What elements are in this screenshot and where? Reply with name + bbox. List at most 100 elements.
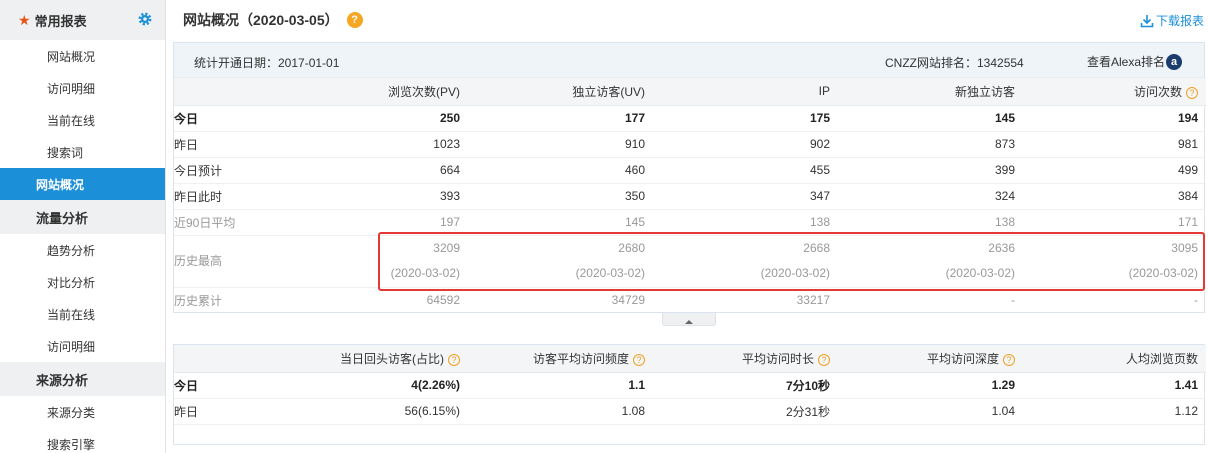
title-bar: 网站概况（2020-03-05） ? 下载报表 xyxy=(173,0,1208,40)
cell-date: (2020-03-02) xyxy=(760,266,830,280)
sidebar-item-trend[interactable]: 趋势分析 xyxy=(0,234,165,266)
row-label: 昨日 xyxy=(174,131,286,158)
sidebar-section-traffic[interactable]: 流量分析 xyxy=(0,200,165,234)
table-cell: 7分10秒 xyxy=(653,372,838,399)
cell-value: 3095 xyxy=(1171,241,1198,255)
star-icon: ★ xyxy=(18,11,31,28)
collapse-toggle[interactable] xyxy=(662,313,716,326)
table-cell: 2668 (2020-03-02) xyxy=(653,235,838,288)
question-icon[interactable]: ? xyxy=(633,353,645,366)
visitor-metrics-table: 当日回头访客(占比)? 访客平均访问频度? 平均访问时长? 平均访问深度? 人均… xyxy=(174,345,1206,425)
table-cell: 460 xyxy=(468,157,653,184)
download-label: 下载报表 xyxy=(1155,14,1204,28)
table-cell: 1.41 xyxy=(1023,372,1206,399)
sidebar-header-label: 常用报表 xyxy=(34,13,87,29)
question-icon[interactable]: ? xyxy=(818,353,830,366)
sidebar-item-overview-active[interactable]: 网站概况 xyxy=(0,168,165,200)
sidebar-item-source-category[interactable]: 来源分类 xyxy=(0,396,165,428)
table-cell: 2分31秒 xyxy=(653,398,838,425)
row-label: 昨日此时 xyxy=(174,183,286,210)
table-row: 今日 250 177 175 145 194 xyxy=(174,105,1206,132)
table-cell: 499 xyxy=(1023,157,1206,184)
column-header-visits: 访问次数? xyxy=(1023,78,1206,106)
cell-value: 2668 xyxy=(803,241,830,255)
question-icon[interactable]: ? xyxy=(448,353,460,366)
column-header-label: 访客平均访问频度 xyxy=(532,351,629,366)
visitor-metrics-panel: 当日回头访客(占比)? 访客平均访问频度? 平均访问时长? 平均访问深度? 人均… xyxy=(173,344,1206,445)
sidebar-item-online-2[interactable]: 当前在线 xyxy=(0,298,165,330)
table-cell: 1.29 xyxy=(838,372,1023,399)
app: ★ 常用报表 网站概况 访问明细 当前在线 搜索词 网站概况 流量分析 趋势分析… xyxy=(0,0,1208,453)
table-cell: 64592 xyxy=(426,293,460,308)
table-row: 昨日 56(6.15%) 1.08 2分31秒 1.04 1.12 xyxy=(174,398,1206,425)
question-icon[interactable]: ? xyxy=(1003,353,1015,366)
column-header-label: 平均访问深度 xyxy=(926,351,999,366)
row-label: 今日 xyxy=(174,105,286,132)
table-header-row: 浏览次数(PV) 独立访客(UV) IP 新独立访客 访问次数? xyxy=(174,78,1206,106)
table-cell: 171 xyxy=(1023,209,1206,236)
table-cell: 393 xyxy=(286,183,468,210)
row-label: 历史最高 xyxy=(174,235,286,288)
info-bar: 统计开通日期：2017-01-01 CNZZ网站排名：1342554 查看Ale… xyxy=(174,43,1204,78)
table-row-history-max: 历史最高 3209 (2020-03-02) 2680 (2020-03-02) 2… xyxy=(174,235,1206,288)
table-cell: 194 xyxy=(1023,105,1206,132)
table-cell: 1023 xyxy=(286,131,468,158)
table-cell: 399 xyxy=(838,157,1023,184)
table-row: 昨日 1023 910 902 873 981 xyxy=(174,131,1206,158)
download-icon xyxy=(1140,14,1154,27)
sidebar-item-keywords[interactable]: 搜索词 xyxy=(0,136,165,168)
row-label: 历史累计 xyxy=(174,293,223,308)
table-cell: 138 xyxy=(838,209,1023,236)
row-label: 今日 xyxy=(174,372,286,399)
table-cell: 664 xyxy=(286,157,468,184)
column-header-pages-per-visitor: 人均浏览页数 xyxy=(1023,345,1206,373)
cell-value: 3209 xyxy=(433,241,460,255)
table-row: 历史累计 64592 34729 33217 - - xyxy=(174,287,1206,313)
table-row: 今日预计 664 460 455 399 499 xyxy=(174,157,1206,184)
sidebar-item-compare[interactable]: 对比分析 xyxy=(0,266,165,298)
sidebar-item-visit-detail-2[interactable]: 访问明细 xyxy=(0,330,165,362)
site-rank: CNZZ网站排名：1342554 xyxy=(885,56,1024,70)
table-cell: 145 xyxy=(468,209,653,236)
question-icon[interactable]: ? xyxy=(1186,86,1198,99)
download-report-link[interactable]: 下载报表 xyxy=(1140,12,1204,29)
column-header-new-uv: 新独立访客 xyxy=(838,78,1023,106)
table-cell: 350 xyxy=(468,183,653,210)
column-header-ip: IP xyxy=(653,78,838,106)
column-header-uv: 独立访客(UV) xyxy=(468,78,653,106)
sidebar-section-source[interactable]: 来源分析 xyxy=(0,362,165,396)
alexa-rank-label: 查看Alexa排名 xyxy=(1087,55,1166,69)
column-header-frequency: 访客平均访问频度? xyxy=(468,345,653,373)
table-row: 昨日此时 393 350 347 324 384 xyxy=(174,183,1206,210)
table-cell: 175 xyxy=(653,105,838,132)
sidebar-item-search-engine[interactable]: 搜索引擎 xyxy=(0,428,165,453)
table-cell: - xyxy=(1011,293,1015,308)
table-cell: 1.1 xyxy=(468,372,653,399)
row-label: 近90日平均 xyxy=(174,209,286,236)
alexa-icon: a xyxy=(1166,53,1183,70)
table-cell: 455 xyxy=(653,157,838,184)
table-cell: 324 xyxy=(838,183,1023,210)
table-cell: 910 xyxy=(468,131,653,158)
overview-table: 浏览次数(PV) 独立访客(UV) IP 新独立访客 访问次数? 今日 250 … xyxy=(174,78,1206,313)
help-icon[interactable]: ? xyxy=(346,12,363,28)
table-cell: - xyxy=(1194,293,1198,308)
table-cell: 2680 (2020-03-02) xyxy=(468,235,653,288)
table-cell: 3209 (2020-03-02) xyxy=(286,235,468,288)
column-header-pv: 浏览次数(PV) xyxy=(286,78,468,106)
table-cell: 250 xyxy=(286,105,468,132)
sidebar-item-online[interactable]: 当前在线 xyxy=(0,104,165,136)
table-cell: 33217 xyxy=(796,293,830,308)
cell-date: (2020-03-02) xyxy=(390,266,460,280)
alexa-rank-link[interactable]: 查看Alexa排名 a xyxy=(1087,53,1183,70)
cell-value: 2636 xyxy=(988,241,1015,255)
gear-icon[interactable] xyxy=(137,11,153,27)
table-cell: 1.08 xyxy=(468,398,653,425)
sidebar-header[interactable]: ★ 常用报表 xyxy=(0,0,165,40)
sidebar-item-overview[interactable]: 网站概况 xyxy=(0,40,165,72)
page-title: 网站概况（2020-03-05） xyxy=(183,12,339,28)
sidebar-item-visit-detail[interactable]: 访问明细 xyxy=(0,72,165,104)
table-cell: 2636 (2020-03-02) xyxy=(838,235,1023,288)
table-cell: 145 xyxy=(838,105,1023,132)
table-cell: 902 xyxy=(653,131,838,158)
